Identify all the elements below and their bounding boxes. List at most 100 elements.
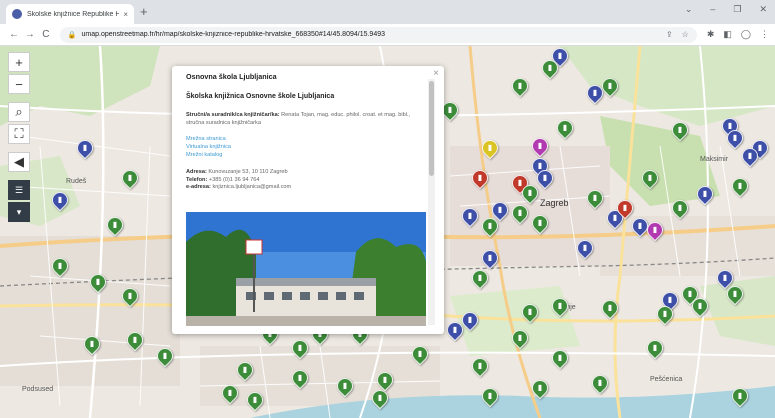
popup-scroll-thumb[interactable] [429,81,434,176]
library-marker[interactable]: ▮ [48,188,72,212]
library-marker[interactable]: ▮ [288,336,312,360]
library-marker[interactable]: ▮ [668,196,692,220]
fullscreen-icon[interactable]: ⛶ [8,124,30,144]
close-window-button[interactable]: ✕ [759,4,767,15]
library-marker[interactable]: ▮ [48,254,72,278]
zoom-in-button[interactable]: + [8,52,30,72]
library-marker[interactable]: ▮ [583,186,607,210]
library-marker[interactable]: ▮ [573,236,597,260]
library-marker[interactable]: ▮ [508,74,532,98]
library-marker[interactable]: ▮ [73,136,97,160]
library-marker[interactable]: ▮ [638,166,662,190]
layers-icon[interactable]: ☰ [8,180,30,200]
library-marker[interactable]: ▮ [478,384,502,408]
library-marker[interactable]: ▮ [468,166,492,190]
library-marker[interactable]: ▮ [123,328,147,352]
back-button[interactable]: ← [6,29,22,40]
library-marker[interactable]: ▮ [518,300,542,324]
library-marker[interactable]: ▮ [728,384,752,408]
book-icon: ▮ [517,333,523,342]
tab-close-icon[interactable]: × [123,10,128,19]
library-marker[interactable]: ▮ [243,388,267,412]
library-marker[interactable]: ▮ [723,282,747,306]
book-icon: ▮ [112,220,118,229]
lock-icon[interactable]: 🔒 [68,31,77,39]
share-icon[interactable]: ⇪ [666,30,673,39]
library-marker[interactable]: ▮ [668,118,692,142]
library-marker[interactable]: ▮ [86,270,110,294]
library-marker[interactable]: ▮ [528,134,552,158]
browser-tab[interactable]: Školske knjižnice Republike Hrvat × [6,4,134,24]
library-marker[interactable]: ▮ [548,294,572,318]
library-marker[interactable]: ▮ [118,166,142,190]
library-marker[interactable]: ▮ [468,266,492,290]
library-marker[interactable]: ▮ [458,204,482,228]
side-panel-icon[interactable]: ◧ [723,29,732,40]
library-marker[interactable]: ▮ [688,294,712,318]
library-marker[interactable]: ▮ [528,376,552,400]
library-marker[interactable]: ▮ [598,74,622,98]
library-marker[interactable]: ▮ [80,332,104,356]
popup-close-icon[interactable]: × [433,68,439,79]
bookmark-star-icon[interactable]: ☆ [682,30,689,39]
maximize-button[interactable]: ❐ [733,4,741,15]
library-marker[interactable]: ▮ [458,308,482,332]
url-text[interactable]: umap.openstreetmap.fr/hr/map/skolske-knj… [81,31,665,38]
catalog-link[interactable]: Mrežni katalog [186,152,422,160]
library-marker[interactable]: ▮ [553,116,577,140]
library-marker[interactable]: ▮ [478,214,502,238]
library-marker[interactable]: ▮ [613,196,637,220]
library-marker[interactable]: ▮ [628,214,652,238]
library-marker[interactable]: ▮ [408,342,432,366]
library-marker[interactable]: ▮ [508,201,532,225]
library-marker[interactable]: ▮ [373,368,397,392]
address-bar[interactable]: 🔒 umap.openstreetmap.fr/hr/map/skolske-k… [59,26,697,43]
virtual-library-link[interactable]: Virtualna knjižnica [186,144,422,152]
library-marker[interactable]: ▮ [643,218,667,242]
library-marker[interactable]: ▮ [598,296,622,320]
minimize-button[interactable]: – [710,4,715,15]
extensions-icon[interactable]: ✱ [707,29,715,40]
library-marker[interactable]: ▮ [103,213,127,237]
more-controls-icon[interactable]: ▾ [8,202,30,222]
library-marker[interactable]: ▮ [508,326,532,350]
locate-icon[interactable]: ◀ [8,152,30,172]
library-marker[interactable]: ▮ [643,336,667,360]
library-marker[interactable]: ▮ [478,246,502,270]
library-marker[interactable]: ▮ [288,366,312,390]
new-tab-button[interactable]: + [140,5,148,19]
library-marker[interactable]: ▮ [218,381,242,405]
library-marker[interactable]: ▮ [478,136,502,160]
library-marker[interactable]: ▮ [333,374,357,398]
forward-button[interactable]: → [22,29,38,40]
library-marker[interactable]: ▮ [693,182,717,206]
library-marker[interactable]: ▮ [653,302,677,326]
reload-button[interactable]: C [38,29,54,40]
library-marker[interactable]: ▮ [438,98,462,122]
tab-search-icon[interactable]: ⌄ [685,4,693,15]
library-marker[interactable]: ▮ [583,81,607,105]
library-marker[interactable]: ▮ [538,56,562,80]
library-marker[interactable]: ▮ [468,354,492,378]
library-marker[interactable]: ▮ [533,166,557,190]
book-icon: ▮ [297,343,303,352]
library-marker[interactable]: ▮ [443,318,467,342]
library-marker[interactable]: ▮ [233,358,257,382]
library-marker[interactable]: ▮ [728,174,752,198]
search-icon[interactable]: ⌕ [8,102,30,122]
library-marker[interactable]: ▮ [723,126,747,150]
library-marker[interactable]: ▮ [528,211,552,235]
zoom-out-button[interactable]: − [8,74,30,94]
book-icon: ▮ [252,395,258,404]
profile-icon[interactable]: ◯ [741,29,751,40]
library-marker[interactable]: ▮ [153,344,177,368]
menu-icon[interactable]: ⋮ [760,29,769,40]
popup-scrollbar[interactable] [428,79,435,325]
library-marker[interactable]: ▮ [548,346,572,370]
library-marker[interactable]: ▮ [518,181,542,205]
library-marker[interactable]: ▮ [118,284,142,308]
library-marker[interactable]: ▮ [588,371,612,395]
library-marker[interactable]: ▮ [738,144,762,168]
library-marker[interactable]: ▮ [368,386,392,410]
website-link[interactable]: Mrežna stranica [186,136,422,144]
